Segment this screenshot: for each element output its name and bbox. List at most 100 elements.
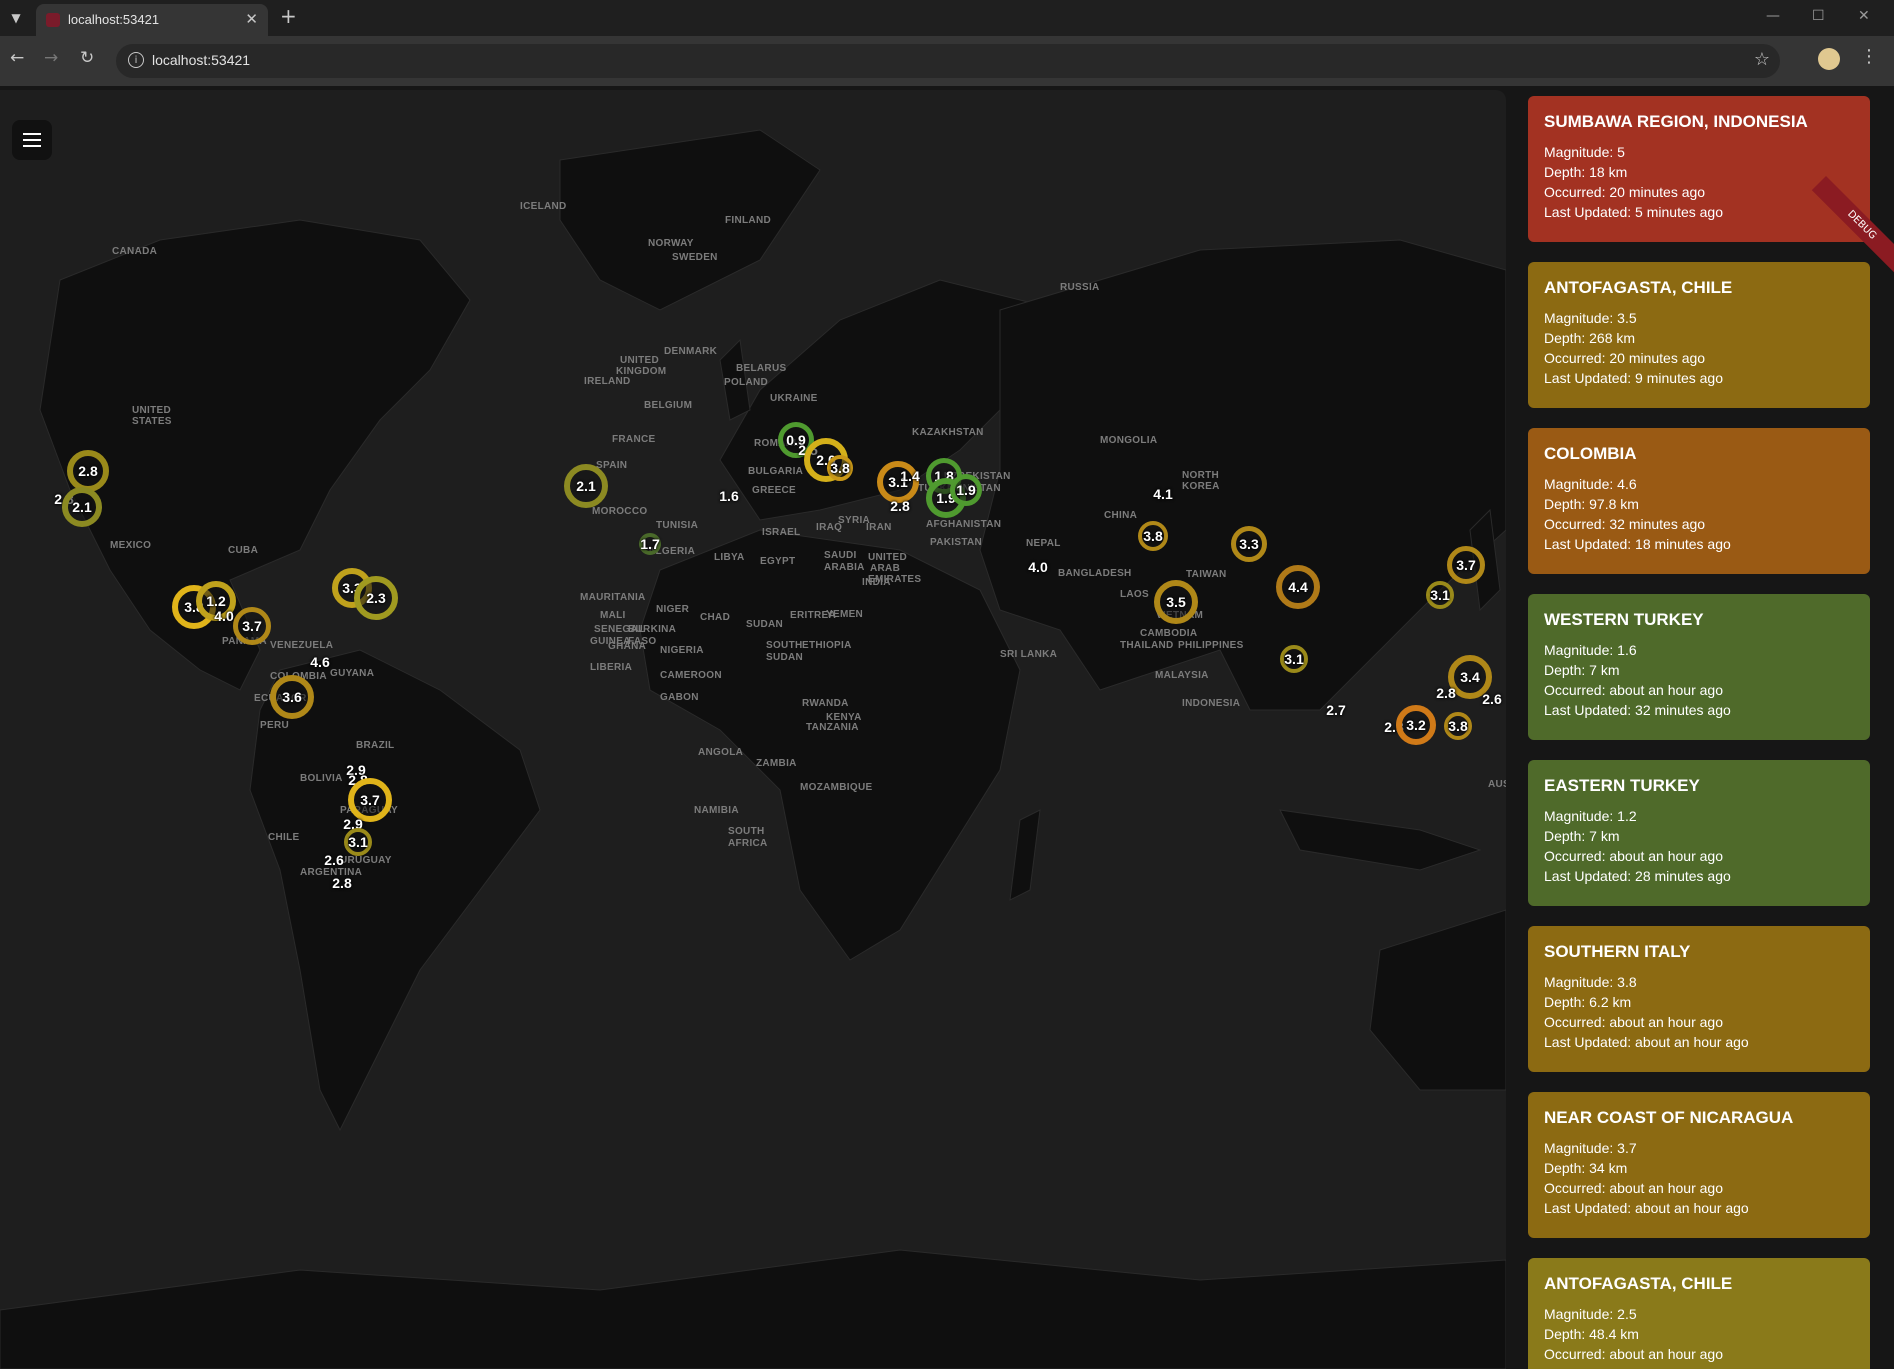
earthquake-magnitude-label[interactable]: 3.7 bbox=[242, 618, 261, 634]
earthquake-magnitude-label[interactable]: 3.5 bbox=[1166, 594, 1185, 610]
earthquake-magnitude-label[interactable]: 4.4 bbox=[1288, 579, 1307, 595]
earthquake-magnitude-label[interactable]: 2.1 bbox=[576, 478, 595, 494]
earthquake-card[interactable]: ANTOFAGASTA, CHILE Magnitude: 2.5 Depth: 4… bbox=[1528, 1258, 1870, 1369]
card-title: NEAR COAST OF NICARAGUA bbox=[1544, 1108, 1794, 1127]
profile-icon[interactable] bbox=[1818, 48, 1840, 70]
earthquake-magnitude-label[interactable]: 2.8 bbox=[1436, 685, 1455, 701]
earthquake-magnitude-label[interactable]: 1.4 bbox=[900, 468, 919, 484]
country-label: SOUTH bbox=[728, 826, 765, 837]
browser-tab[interactable]: localhost:53421 ✕ bbox=[36, 4, 268, 36]
card-depth: Depth: 97.8 km bbox=[1544, 496, 1639, 512]
kebab-icon[interactable]: ⋮ bbox=[1860, 46, 1878, 67]
country-label: CANADA bbox=[112, 246, 158, 257]
country-label: RWANDA bbox=[802, 698, 849, 709]
card-depth: Depth: 7 km bbox=[1544, 828, 1620, 844]
earthquake-card[interactable]: SUMBAWA REGION, INDONESIA Magnitude: 5 Dep… bbox=[1528, 96, 1870, 242]
earthquake-magnitude-label[interactable]: 2.8 bbox=[890, 498, 909, 514]
earthquake-magnitude-label[interactable]: 1.2 bbox=[206, 593, 225, 609]
earthquake-card[interactable]: SOUTHERN ITALY Magnitude: 3.8 Depth: 6.2 k… bbox=[1528, 926, 1870, 1072]
maximize-icon[interactable]: ☐ bbox=[1812, 8, 1825, 24]
card-occurred: Occurred: about an hour ago bbox=[1544, 1014, 1724, 1030]
earthquake-magnitude-label[interactable]: 4.0 bbox=[214, 608, 233, 624]
country-label: ZAMBIA bbox=[756, 758, 797, 769]
earthquake-card[interactable]: NEAR COAST OF NICARAGUA Magnitude: 3.7 Dep… bbox=[1528, 1092, 1870, 1238]
earthquake-card[interactable]: COLOMBIA Magnitude: 4.6 Depth: 97.8 km Occu… bbox=[1528, 428, 1870, 574]
earthquake-magnitude-label[interactable]: 2.6 bbox=[324, 852, 343, 868]
tab-list-icon[interactable]: ▼ bbox=[6, 8, 26, 28]
browser-tabbar: ▼ localhost:53421 ✕ + — ☐ ✕ bbox=[0, 0, 1894, 36]
minimize-icon[interactable]: — bbox=[1766, 8, 1780, 24]
back-icon[interactable]: ← bbox=[10, 48, 24, 68]
reload-icon[interactable]: ↻ bbox=[80, 48, 94, 68]
earthquake-magnitude-label[interactable]: 2.8 bbox=[332, 875, 351, 891]
plus-icon[interactable]: + bbox=[280, 4, 297, 28]
earthquake-card[interactable]: EASTERN TURKEY Magnitude: 1.2 Depth: 7 km O… bbox=[1528, 760, 1870, 906]
earthquake-magnitude-label[interactable]: 3.2 bbox=[1406, 717, 1425, 733]
earthquake-magnitude-label[interactable]: 3.1 bbox=[1430, 587, 1449, 603]
country-label: IRAN bbox=[866, 522, 892, 533]
country-label: THAILAND bbox=[1120, 640, 1174, 651]
earthquake-magnitude-label[interactable]: 2.8 bbox=[78, 463, 97, 479]
earthquake-magnitude-label[interactable]: 2.6 bbox=[1482, 691, 1501, 707]
country-label: INDONESIA bbox=[1182, 698, 1241, 709]
country-label: PERU bbox=[260, 720, 289, 731]
window-close-icon[interactable]: ✕ bbox=[1858, 8, 1870, 24]
earthquake-magnitude-label[interactable]: 3.6 bbox=[282, 689, 301, 705]
country-label: LIBERIA bbox=[590, 662, 633, 673]
earthquake-magnitude-label[interactable]: 3.7 bbox=[1456, 557, 1475, 573]
address-bar[interactable]: i localhost:53421 ☆ bbox=[116, 44, 1780, 78]
country-label: YEMEN bbox=[826, 609, 864, 620]
earthquake-magnitude-label[interactable]: 3.4 bbox=[1460, 669, 1479, 685]
favicon-icon bbox=[46, 13, 60, 27]
close-icon[interactable]: ✕ bbox=[245, 10, 258, 28]
earthquake-magnitude-label[interactable]: 4.1 bbox=[1153, 486, 1172, 502]
country-label: ANGOLA bbox=[698, 747, 744, 758]
card-title: SOUTHERN ITALY bbox=[1544, 942, 1691, 961]
country-label: NIGERIA bbox=[660, 645, 704, 656]
card-title: WESTERN TURKEY bbox=[1544, 610, 1704, 629]
country-label: AFGHANISTAN bbox=[926, 519, 1002, 530]
earthquake-magnitude-label[interactable]: 3.7 bbox=[360, 792, 379, 808]
card-depth: Depth: 6.2 km bbox=[1544, 994, 1632, 1010]
country-label: MOZAMBIQUE bbox=[800, 782, 873, 793]
earthquake-magnitude-label[interactable]: 3.8 bbox=[1143, 528, 1162, 544]
country-label: LIBYA bbox=[714, 552, 745, 563]
earthquake-magnitude-label[interactable]: 1.7 bbox=[640, 536, 659, 552]
card-magnitude: Magnitude: 1.6 bbox=[1544, 642, 1637, 658]
site-info-icon[interactable]: i bbox=[128, 52, 144, 68]
menu-button[interactable] bbox=[12, 120, 52, 160]
earthquake-card[interactable]: WESTERN TURKEY Magnitude: 1.6 Depth: 7 km O… bbox=[1528, 594, 1870, 740]
world-map[interactable]: CANADAUNITEDSTATESMEXICOCUBAPANAMAVENEZU… bbox=[0, 90, 1506, 1369]
country-label: GABON bbox=[660, 692, 699, 703]
earthquake-magnitude-label[interactable]: 3.3 bbox=[1239, 536, 1258, 552]
earthquake-card[interactable]: ANTOFAGASTA, CHILE Magnitude: 3.5 Depth: 2… bbox=[1528, 262, 1870, 408]
earthquake-magnitude-label[interactable]: 1.6 bbox=[719, 488, 738, 504]
earthquake-magnitude-label[interactable]: 3.1 bbox=[1284, 651, 1303, 667]
earthquake-magnitude-label[interactable]: 3.1 bbox=[348, 834, 367, 850]
country-label: TUNISIA bbox=[656, 520, 699, 531]
card-magnitude: Magnitude: 1.2 bbox=[1544, 808, 1637, 824]
earthquake-magnitude-label[interactable]: 4.0 bbox=[1028, 559, 1047, 575]
country-label: TAIWAN bbox=[1186, 569, 1227, 580]
earthquake-magnitude-label[interactable]: 4.6 bbox=[310, 654, 329, 670]
country-label: CAMEROON bbox=[660, 670, 722, 681]
country-label: NORWAY bbox=[648, 238, 694, 249]
country-label: ISRAEL bbox=[762, 527, 801, 538]
card-magnitude: Magnitude: 2.5 bbox=[1544, 1306, 1637, 1322]
earthquake-magnitude-label[interactable]: 2.3 bbox=[366, 590, 385, 606]
country-label: SWEDEN bbox=[672, 252, 718, 263]
star-icon[interactable]: ☆ bbox=[1754, 49, 1770, 70]
card-depth: Depth: 18 km bbox=[1544, 164, 1628, 180]
earthquake-magnitude-label[interactable]: 3.8 bbox=[830, 460, 849, 476]
card-title: EASTERN TURKEY bbox=[1544, 776, 1700, 795]
browser-toolbar: ← → ↻ i localhost:53421 ☆ ⋮ bbox=[0, 36, 1894, 86]
earthquake-magnitude-label[interactable]: 1.9 bbox=[956, 482, 975, 498]
url-text[interactable]: localhost:53421 bbox=[152, 52, 250, 68]
country-label: LAOS bbox=[1120, 589, 1149, 600]
forward-icon[interactable]: → bbox=[44, 48, 58, 68]
earthquake-magnitude-label[interactable]: 3.8 bbox=[1448, 718, 1467, 734]
country-label: BOLIVIA bbox=[300, 773, 343, 784]
earthquake-list[interactable]: SUMBAWA REGION, INDONESIA Magnitude: 5 Dep… bbox=[1510, 90, 1894, 1369]
earthquake-magnitude-label[interactable]: 2.7 bbox=[1326, 702, 1345, 718]
earthquake-magnitude-label[interactable]: 2.1 bbox=[72, 499, 91, 515]
